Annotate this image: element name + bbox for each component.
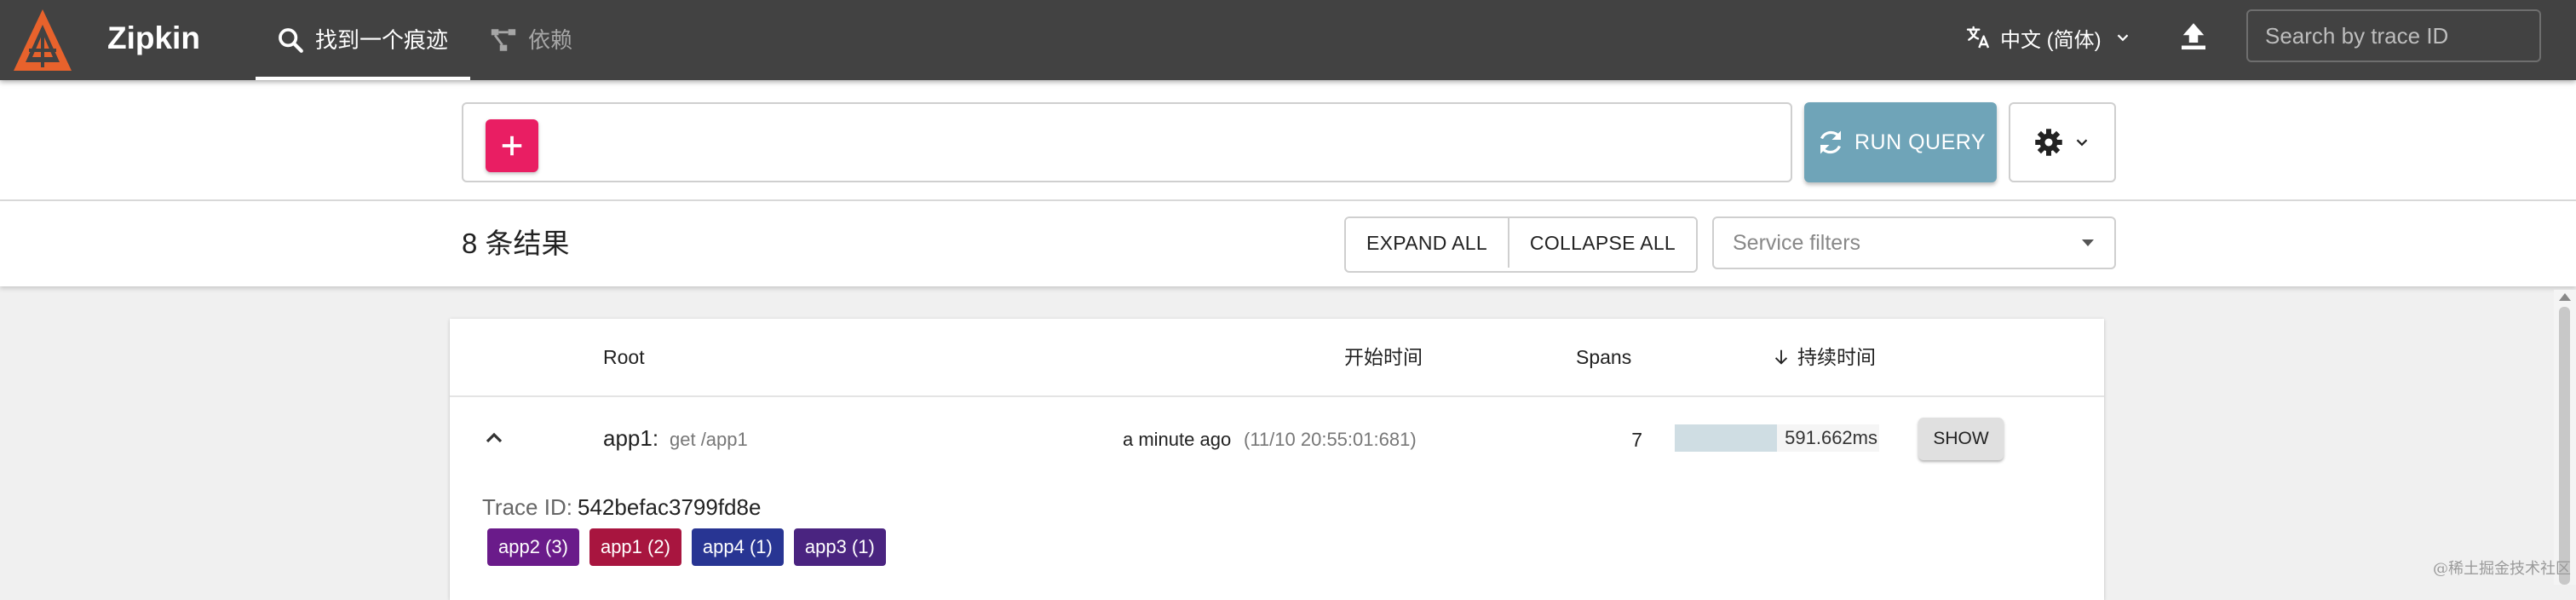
scroll-up-arrow-icon[interactable] bbox=[2559, 293, 2571, 301]
app-header: Zipkin 找到一个痕迹 依赖 中文 (简体) bbox=[0, 0, 2576, 80]
collapse-all-button[interactable]: COLLAPSE ALL bbox=[1507, 218, 1697, 268]
zipkin-logo[interactable] bbox=[12, 8, 73, 72]
service-filter-select[interactable]: Service filters bbox=[1712, 216, 2116, 269]
gear-icon bbox=[2035, 129, 2062, 156]
query-section: RUN QUERY bbox=[0, 80, 2576, 201]
traces-table: Root 开始时间 Spans 持续时间 app1: get /app1 a m… bbox=[450, 319, 2104, 600]
duration-bar: 591.662ms bbox=[1675, 424, 1879, 452]
add-criteria-button[interactable] bbox=[486, 119, 538, 172]
column-header-spans[interactable]: Spans bbox=[1576, 344, 1631, 370]
column-header-duration-label: 持续时间 bbox=[1797, 346, 1876, 368]
trace-id-label: Trace ID: bbox=[482, 494, 572, 520]
span-count: 7 bbox=[1631, 429, 1642, 451]
column-header-duration[interactable]: 持续时间 bbox=[1772, 344, 1876, 370]
language-selector[interactable]: 中文 (简体) bbox=[1964, 0, 2132, 75]
service-badges: app2 (3) app1 (2) app4 (1) app3 (1) bbox=[487, 528, 886, 566]
expand-collapse-group: EXPAND ALL COLLAPSE ALL bbox=[1344, 216, 1699, 273]
service-badge[interactable]: app3 (1) bbox=[793, 528, 886, 566]
duration-value: 591.662ms bbox=[1785, 427, 1877, 448]
show-trace-button[interactable]: SHOW bbox=[1918, 418, 2004, 460]
header-divider bbox=[450, 395, 2104, 397]
expand-all-button[interactable]: EXPAND ALL bbox=[1346, 218, 1508, 268]
trace-id-value: 542befac3799fd8e bbox=[578, 494, 762, 520]
column-header-root[interactable]: Root bbox=[603, 344, 645, 370]
scrollbar-thumb[interactable] bbox=[2559, 307, 2570, 585]
search-icon bbox=[279, 28, 303, 53]
column-header-start-time[interactable]: 开始时间 bbox=[1344, 344, 1423, 370]
settings-button[interactable] bbox=[2009, 102, 2116, 182]
tab-find-trace[interactable]: 找到一个痕迹 bbox=[256, 0, 470, 80]
chevron-down-icon bbox=[2076, 139, 2088, 147]
service-badge[interactable]: app1 (2) bbox=[589, 528, 681, 566]
plus-icon bbox=[502, 136, 522, 156]
dependencies-graph-icon bbox=[491, 29, 516, 51]
tab-dependencies[interactable]: 依赖 bbox=[489, 0, 608, 80]
dropdown-arrow-icon bbox=[2082, 239, 2094, 246]
query-criteria-box[interactable] bbox=[462, 102, 1792, 182]
watermark: @稀土掘金技术社区 bbox=[2433, 560, 2571, 578]
chevron-down-icon bbox=[2117, 34, 2128, 42]
duration-bar-fill bbox=[1675, 424, 1777, 452]
start-time-relative: a minute ago bbox=[1123, 429, 1232, 450]
root-service-name: app1: bbox=[603, 425, 659, 451]
translate-icon bbox=[1966, 26, 1990, 49]
refresh-icon bbox=[1820, 130, 1841, 154]
service-filter-placeholder: Service filters bbox=[1733, 230, 1861, 255]
trace-id-search-input[interactable] bbox=[2246, 9, 2541, 62]
upload-icon[interactable] bbox=[2176, 19, 2211, 55]
language-label: 中文 (简体) bbox=[2000, 28, 2102, 52]
tab-label: 依赖 bbox=[528, 27, 573, 53]
scrollbar[interactable] bbox=[2554, 290, 2576, 585]
chevron-up-icon[interactable] bbox=[480, 424, 508, 452]
run-query-button[interactable]: RUN QUERY bbox=[1804, 102, 1997, 182]
results-toolbar: 8 条结果 EXPAND ALL COLLAPSE ALL Service fi… bbox=[0, 201, 2576, 286]
service-badge[interactable]: app4 (1) bbox=[691, 528, 784, 566]
brand-name[interactable]: Zipkin bbox=[107, 17, 200, 60]
tab-label: 找到一个痕迹 bbox=[315, 27, 449, 53]
result-count: 8 条结果 bbox=[462, 228, 570, 259]
sort-descending-icon bbox=[1774, 349, 1788, 365]
start-time-absolute: (11/10 20:55:01:681) bbox=[1244, 429, 1417, 450]
root-span-name: get /app1 bbox=[670, 429, 748, 450]
service-badge[interactable]: app2 (3) bbox=[487, 528, 579, 566]
run-query-label: RUN QUERY bbox=[1854, 130, 1987, 154]
